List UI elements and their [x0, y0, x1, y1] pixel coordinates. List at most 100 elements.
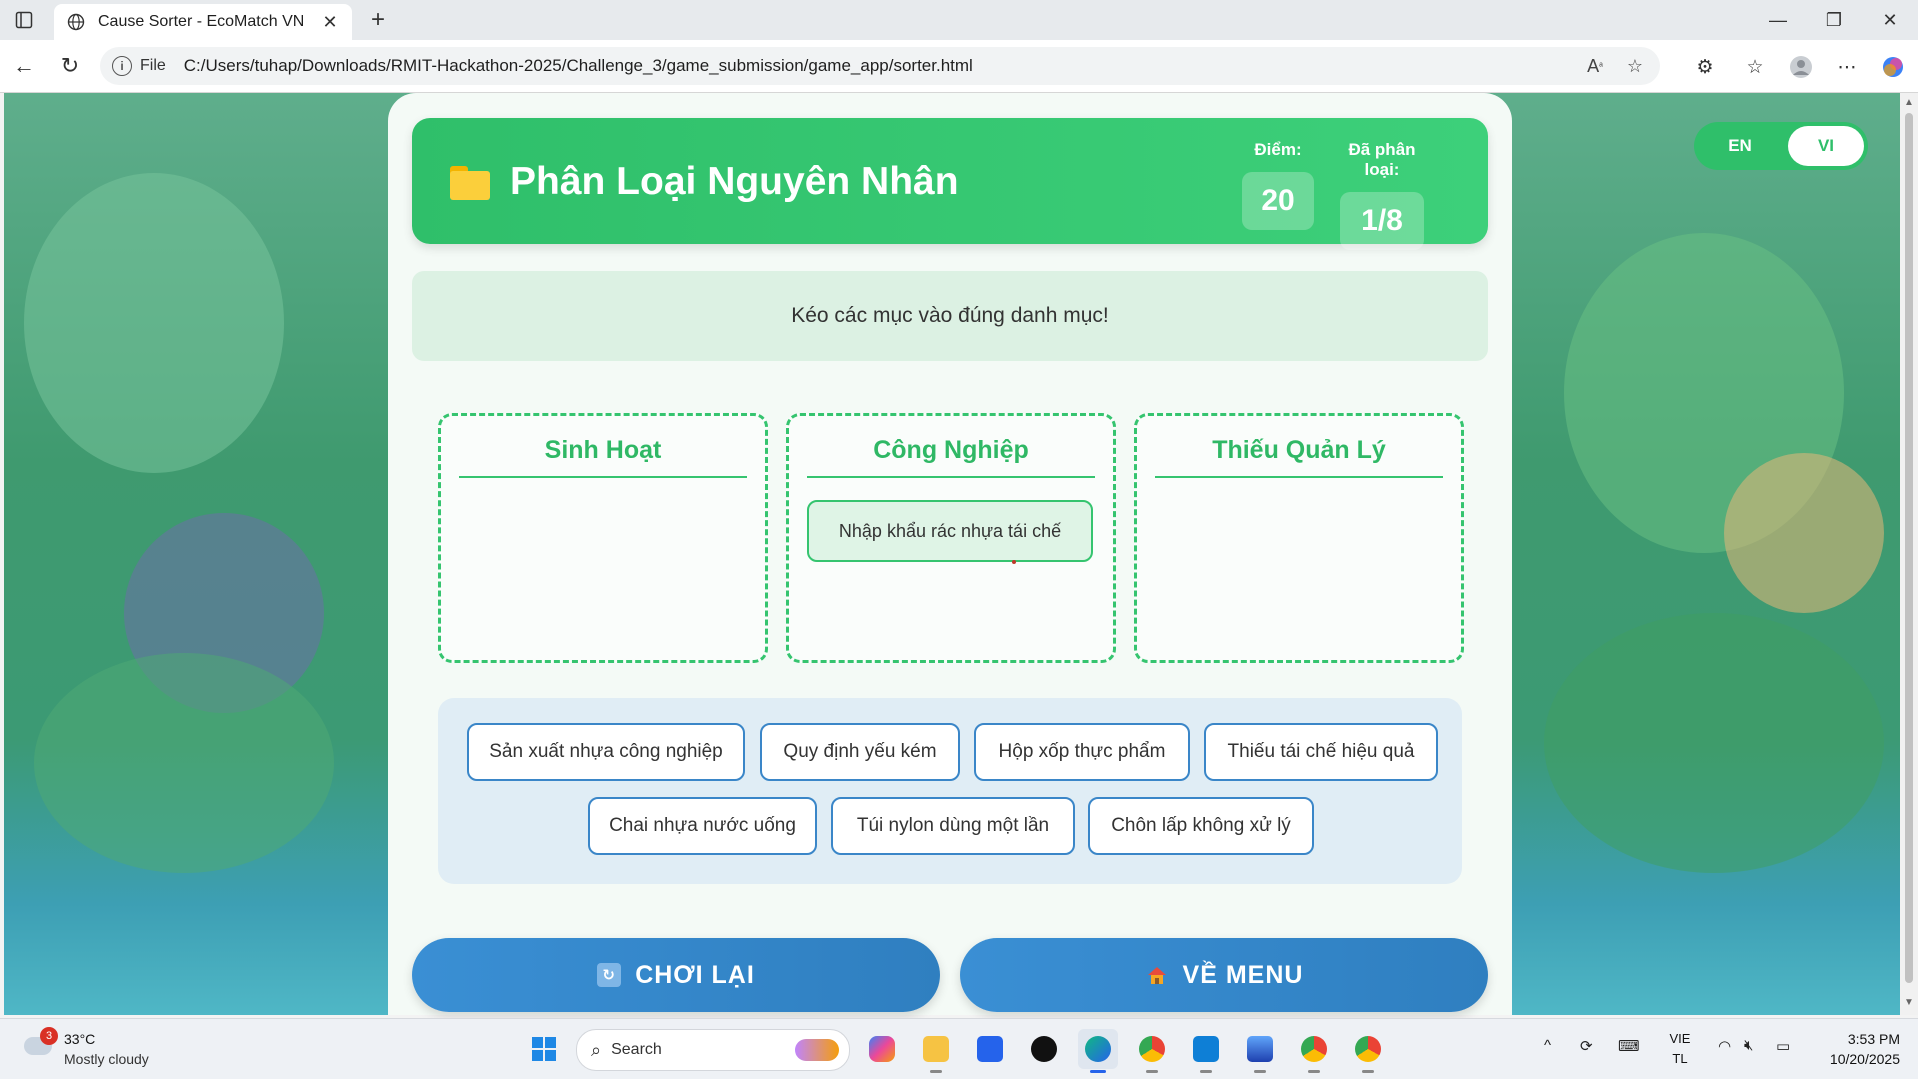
favorite-star-icon[interactable]: ☆: [1620, 51, 1650, 81]
draggable-item-chip[interactable]: Túi nylon dùng một lần: [831, 797, 1075, 855]
photos-icon[interactable]: [1240, 1029, 1280, 1073]
draggable-item-chip[interactable]: Chai nhựa nước uống: [588, 797, 817, 855]
weather-widget[interactable]: 3 33°C Mostly cloudy: [20, 1027, 170, 1071]
clock-date: 10/20/2025: [1829, 1051, 1900, 1067]
score-label: Điểm:: [1254, 140, 1302, 159]
url-text[interactable]: C:/Users/tuhap/Downloads/RMIT-Hackathon-…: [184, 56, 1580, 76]
read-aloud-icon[interactable]: Aᵃ: [1580, 51, 1610, 81]
instruction-panel: Kéo các mục vào đúng danh mục!: [412, 271, 1488, 361]
game-header: Phân Loại Nguyên Nhân Điểm: 20 Đã phân l…: [412, 118, 1488, 250]
system-clock[interactable]: 3:53 PM 10/20/2025: [1810, 1029, 1900, 1069]
tab-close-icon[interactable]: ✕: [316, 8, 344, 36]
draggable-item-chip[interactable]: Hộp xốp thực phẩm: [974, 723, 1190, 781]
minimize-icon[interactable]: —: [1750, 0, 1806, 40]
chrome-icon[interactable]: [1132, 1029, 1172, 1073]
edge-browser-icon[interactable]: [1078, 1029, 1118, 1073]
scroll-down-icon[interactable]: ▼: [1903, 997, 1915, 1009]
os-taskbar: 3 33°C Mostly cloudy ⌕ Search ^ ⟳ ⌨ VIE …: [0, 1018, 1918, 1079]
category-title: Thiếu Quản Lý: [1155, 436, 1443, 478]
lang-vi-button[interactable]: VI: [1788, 126, 1864, 166]
more-menu-icon[interactable]: ⋯: [1832, 52, 1862, 82]
taskbar-search[interactable]: ⌕ Search: [576, 1029, 850, 1071]
window-close-icon[interactable]: ✕: [1862, 0, 1918, 40]
scheme-label: File: [140, 57, 166, 74]
back-arrow-icon[interactable]: ←: [10, 52, 38, 80]
category-zone-sinh-hoat[interactable]: Sinh Hoạt: [438, 413, 768, 663]
copilot-taskbar-icon[interactable]: [862, 1029, 902, 1069]
search-highlight-icon: [795, 1039, 839, 1061]
background-bush-right: [1544, 613, 1884, 873]
score-stat: Điểm: 20: [1242, 140, 1314, 230]
background-flower-right: [1724, 453, 1884, 613]
input-lang-primary: VIE: [1669, 1031, 1691, 1046]
favorites-icon[interactable]: ☆: [1740, 52, 1770, 82]
dell-icon[interactable]: [1024, 1029, 1064, 1069]
chrome-profile-2-icon[interactable]: [1348, 1029, 1388, 1073]
game-card: Phân Loại Nguyên Nhân Điểm: 20 Đã phân l…: [388, 93, 1512, 1015]
weather-condition: Mostly cloudy: [64, 1051, 149, 1067]
address-bar[interactable]: i File C:/Users/tuhap/Downloads/RMIT-Hac…: [100, 47, 1660, 85]
input-language-indicator[interactable]: VIE TL: [1660, 1029, 1700, 1069]
item-pool: Sản xuất nhựa công nghiệp Quy định yếu k…: [438, 698, 1462, 884]
file-explorer-icon[interactable]: [916, 1029, 956, 1073]
microsoft-store-icon[interactable]: [970, 1029, 1010, 1069]
replay-label: CHƠI LẠI: [635, 960, 755, 989]
search-placeholder: Search: [611, 1041, 662, 1058]
maximize-icon[interactable]: ❐: [1806, 0, 1862, 40]
tray-overflow-icon[interactable]: ^: [1544, 1037, 1551, 1054]
info-icon[interactable]: i: [112, 56, 132, 76]
weather-temp: 33°C: [64, 1031, 96, 1047]
search-icon: ⌕: [591, 1039, 602, 1060]
category-title: Sinh Hoạt: [459, 436, 747, 478]
browser-tab-active[interactable]: Cause Sorter - EcoMatch VN ✕: [54, 4, 352, 40]
category-zone-cong-nghiep[interactable]: Công Nghiệp Nhập khẩu rác nhựa tái chế: [786, 413, 1116, 663]
start-windows-icon[interactable]: [524, 1029, 564, 1069]
globe-icon: [66, 12, 86, 32]
keyboard-icon[interactable]: ⌨: [1618, 1037, 1640, 1055]
draggable-item-chip[interactable]: Sản xuất nhựa công nghiệp: [467, 723, 745, 781]
background-bush: [34, 653, 334, 873]
score-value: 20: [1242, 172, 1314, 230]
page-scrollbar[interactable]: ▲ ▼: [1900, 93, 1918, 1015]
back-to-menu-button[interactable]: VỀ MENU: [960, 938, 1488, 1012]
game-title: Phân Loại Nguyên Nhân: [510, 160, 959, 203]
clock-time: 3:53 PM: [1847, 1031, 1900, 1047]
sorted-value: 1/8: [1340, 192, 1424, 250]
scroll-up-icon[interactable]: ▲: [1903, 97, 1915, 109]
tab-title: Cause Sorter - EcoMatch VN: [98, 13, 305, 30]
scrollbar-thumb[interactable]: [1905, 113, 1913, 983]
sorted-item-label: Nhập khẩu rác nhựa tái chế: [838, 520, 1062, 541]
replay-button[interactable]: ↻ CHƠI LẠI: [412, 938, 940, 1012]
draggable-item-chip[interactable]: Thiếu tái chế hiệu quả: [1204, 723, 1438, 781]
house-icon: [1145, 963, 1169, 987]
wifi-icon[interactable]: ◠: [1718, 1037, 1731, 1055]
sorted-label: Đã phân loại:: [1348, 140, 1416, 179]
sync-icon[interactable]: ⟳: [1580, 1037, 1593, 1055]
lang-en-button[interactable]: EN: [1702, 126, 1778, 166]
folder-icon: [450, 166, 490, 200]
volume-muted-icon[interactable]: 🔇︎: [1744, 1037, 1753, 1054]
extensions-icon[interactable]: ⚙: [1690, 52, 1720, 82]
sorted-item-card[interactable]: Nhập khẩu rác nhựa tái chế: [807, 500, 1093, 564]
instruction-text: Kéo các mục vào đúng danh mục!: [791, 304, 1109, 327]
battery-icon[interactable]: ▭: [1776, 1037, 1790, 1055]
new-tab-icon[interactable]: +: [364, 6, 392, 34]
tab-actions-icon[interactable]: [12, 8, 36, 32]
browser-tab-bar: Cause Sorter - EcoMatch VN ✕ + — ❐ ✕: [0, 0, 1918, 40]
browser-toolbar: ← ↻ i File C:/Users/tuhap/Downloads/RMIT…: [0, 40, 1918, 93]
menu-label: VỀ MENU: [1182, 960, 1304, 989]
input-lang-secondary: TL: [1672, 1051, 1688, 1066]
sorted-stat: Đã phân loại: 1/8: [1330, 140, 1434, 250]
category-zone-thieu-quan-ly[interactable]: Thiếu Quản Lý: [1134, 413, 1464, 663]
draggable-item-chip[interactable]: Quy định yếu kém: [760, 723, 960, 781]
copilot-icon[interactable]: [1878, 52, 1908, 82]
notification-badge: 3: [40, 1027, 58, 1045]
background-foliage: [24, 173, 284, 473]
draggable-item-chip[interactable]: Chôn lấp không xử lý: [1088, 797, 1314, 855]
category-title: Công Nghiệp: [807, 436, 1095, 478]
cursor-dot: [1012, 560, 1016, 564]
profile-avatar-icon[interactable]: [1786, 52, 1816, 82]
vscode-icon[interactable]: [1186, 1029, 1226, 1073]
chrome-profile-icon[interactable]: [1294, 1029, 1334, 1073]
reload-icon[interactable]: ↻: [56, 52, 84, 80]
